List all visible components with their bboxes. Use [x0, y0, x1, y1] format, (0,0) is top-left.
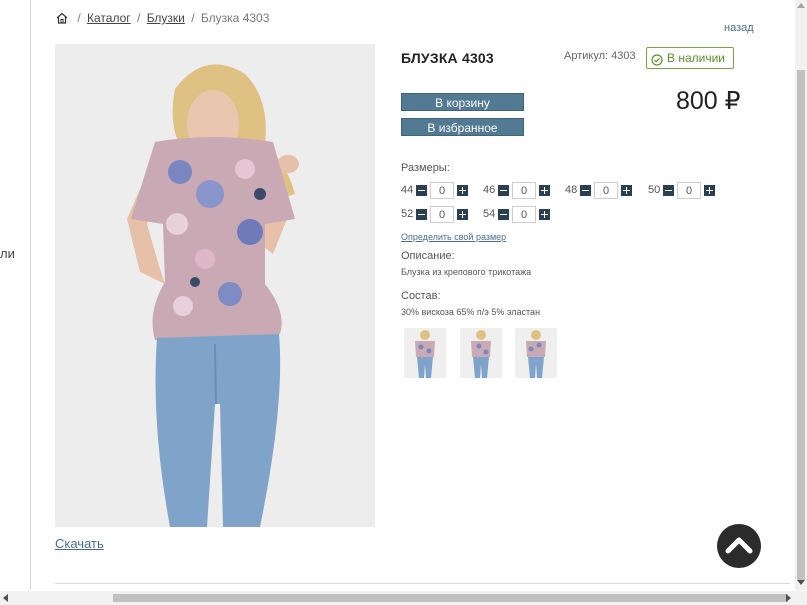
- vertical-scrollbar[interactable]: [795, 0, 807, 590]
- product-photo[interactable]: [55, 44, 375, 527]
- minus-icon[interactable]: [580, 184, 591, 196]
- horizontal-scrollbar-thumb[interactable]: [113, 594, 788, 602]
- breadcrumb-separator: /: [191, 11, 195, 25]
- plus-icon[interactable]: [704, 184, 715, 196]
- breadcrumb-separator: /: [137, 11, 141, 25]
- scroll-right-arrow-icon[interactable]: [786, 594, 792, 602]
- plus-icon[interactable]: [457, 184, 468, 196]
- size-guide-link[interactable]: Определить свой размер: [401, 232, 506, 242]
- size-label: 52: [401, 208, 414, 220]
- size-selector-50: 50 0: [648, 181, 715, 199]
- quantity-input[interactable]: 0: [594, 181, 618, 199]
- quantity-input[interactable]: 0: [512, 181, 536, 199]
- minus-icon[interactable]: [498, 208, 509, 220]
- breadcrumb-blouses[interactable]: Блузки: [147, 11, 185, 25]
- description-label: Описание:: [401, 250, 455, 262]
- product-title: БЛУЗКА 4303: [401, 50, 494, 66]
- size-label: 44: [401, 184, 414, 196]
- plus-icon[interactable]: [621, 184, 632, 196]
- stock-badge: В наличии: [646, 47, 735, 69]
- scroll-down-arrow-icon[interactable]: [797, 580, 805, 586]
- size-selector-54: 54 0: [483, 205, 550, 223]
- scroll-up-arrow-icon[interactable]: [797, 2, 805, 8]
- breadcrumb: / Каталог / Блузки / Блузка 4303: [56, 11, 269, 27]
- size-selector-44: 44 0: [401, 181, 468, 199]
- stock-text: В наличии: [667, 51, 726, 65]
- plus-icon[interactable]: [457, 208, 468, 220]
- breadcrumb-catalog[interactable]: Каталог: [87, 11, 131, 25]
- plus-icon[interactable]: [539, 184, 550, 196]
- quantity-input[interactable]: 0: [677, 181, 701, 199]
- check-circle-icon: [651, 52, 663, 66]
- minus-icon[interactable]: [416, 184, 427, 196]
- size-label: 46: [483, 184, 496, 196]
- sizes-label: Размеры:: [401, 162, 450, 174]
- size-selector-48: 48 0: [565, 181, 632, 199]
- composition-text: 30% вискоза 65% п/э 5% эластан: [401, 307, 541, 317]
- quantity-input[interactable]: 0: [512, 205, 536, 223]
- product-thumbnail[interactable]: [515, 328, 557, 378]
- footer-divider: [55, 583, 790, 584]
- breadcrumb-separator: /: [77, 11, 81, 25]
- minus-icon[interactable]: [498, 184, 509, 196]
- description-text: Блузка из крепового трикотажа: [401, 267, 532, 277]
- size-selector-52: 52 0: [401, 205, 468, 223]
- scroll-left-arrow-icon[interactable]: [2, 594, 8, 602]
- plus-icon[interactable]: [539, 208, 550, 220]
- add-to-cart-button[interactable]: В корзину: [401, 93, 524, 111]
- back-link[interactable]: назад: [724, 22, 754, 34]
- composition-label: Состав:: [401, 290, 441, 302]
- home-icon[interactable]: [56, 12, 68, 27]
- product-thumbnail[interactable]: [404, 328, 446, 378]
- horizontal-scrollbar[interactable]: [0, 591, 807, 605]
- product-price: 800 ₽: [676, 87, 741, 115]
- page-left-border: [30, 0, 31, 590]
- product-thumbnail[interactable]: [460, 328, 502, 378]
- minus-icon[interactable]: [416, 208, 427, 220]
- chevron-up-icon: [725, 537, 753, 554]
- quantity-input[interactable]: 0: [430, 205, 454, 223]
- size-selector-46: 46 0: [483, 181, 550, 199]
- size-label: 54: [483, 208, 496, 220]
- size-label: 50: [648, 184, 661, 196]
- quantity-input[interactable]: 0: [430, 181, 454, 199]
- scroll-to-top-button[interactable]: [717, 524, 761, 568]
- download-link[interactable]: Скачать: [55, 536, 104, 551]
- product-article: Артикул: 4303: [564, 50, 636, 62]
- left-partial-text: ли: [0, 246, 15, 261]
- breadcrumb-current: Блузка 4303: [200, 11, 270, 25]
- vertical-scrollbar-thumb[interactable]: [797, 70, 805, 580]
- size-label: 48: [565, 184, 578, 196]
- add-to-favorites-button[interactable]: В избранное: [401, 118, 524, 136]
- minus-icon[interactable]: [663, 184, 674, 196]
